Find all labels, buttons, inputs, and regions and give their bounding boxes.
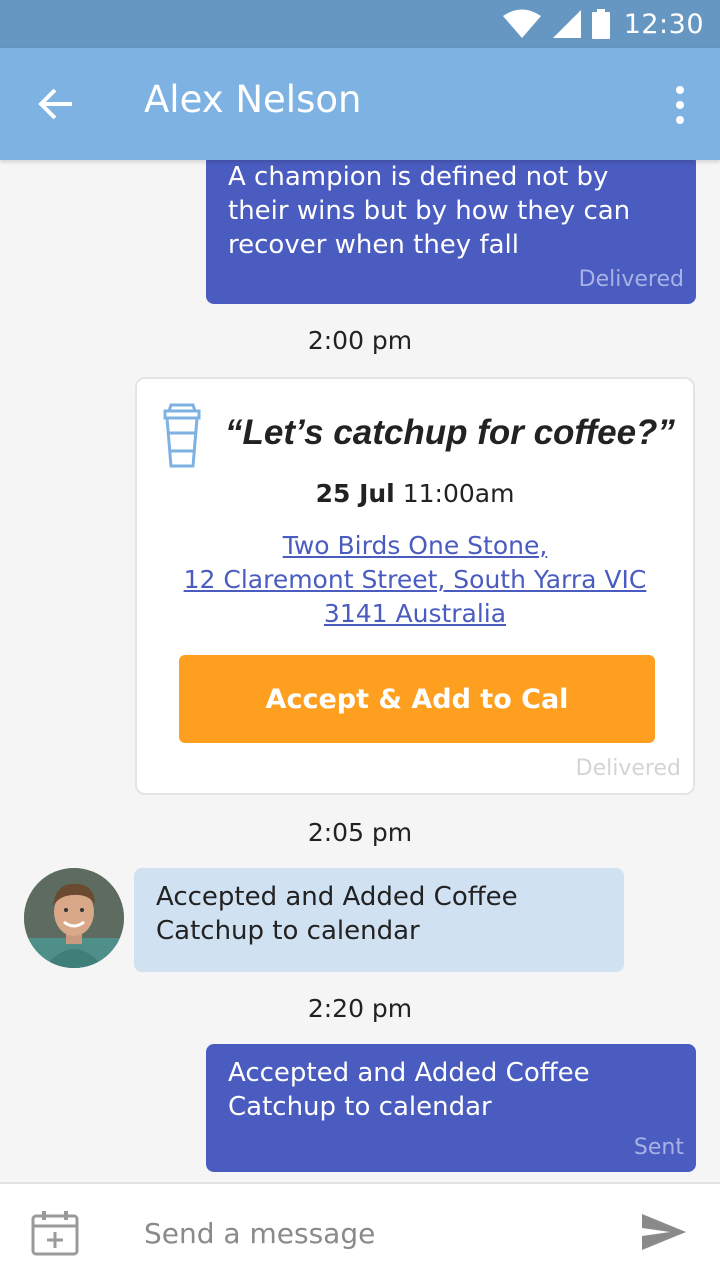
message-status: Delivered: [578, 267, 684, 292]
message-status: Sent: [633, 1135, 684, 1160]
address-line: Two Birds One Stone,: [282, 531, 548, 560]
coffee-cup-icon: [163, 403, 201, 468]
conversation-title: Alex Nelson: [144, 78, 362, 121]
message-list[interactable]: A champion is defined not by their wins …: [0, 160, 720, 1182]
invite-datetime: 25 Jul 11:00am: [137, 479, 693, 508]
app-bar: Alex Nelson: [0, 48, 720, 160]
outgoing-message: A champion is defined not by their wins …: [206, 160, 696, 304]
message-input[interactable]: [144, 1206, 604, 1260]
accept-add-to-cal-button[interactable]: Accept & Add to Cal: [179, 655, 655, 743]
timestamp: 2:20 pm: [307, 994, 413, 1023]
status-time: 12:30: [623, 8, 704, 40]
incoming-message: Accepted and Added Coffee Catchup to cal…: [134, 868, 624, 972]
message-text: A champion is defined not by their wins …: [228, 162, 631, 260]
add-event-button[interactable]: [30, 1208, 80, 1258]
address-line: 12 Claremont Street, South Yarra VIC: [183, 565, 647, 594]
wifi-icon: [502, 9, 541, 38]
send-icon: [642, 1214, 686, 1250]
message-text: Accepted and Added Coffee Catchup to cal…: [156, 882, 518, 946]
message-composer: [0, 1182, 720, 1280]
timestamp: 2:00 pm: [307, 326, 413, 355]
send-button[interactable]: [640, 1212, 688, 1252]
timestamp: 2:05 pm: [307, 818, 413, 847]
more-vert-icon-dot: [676, 101, 684, 109]
back-arrow-icon: [38, 88, 72, 120]
invite-date: 25 Jul: [315, 479, 395, 508]
status-bar: 12:30: [0, 0, 720, 48]
contact-photo: [24, 868, 124, 968]
message-status: Delivered: [575, 756, 681, 781]
avatar[interactable]: [24, 868, 124, 968]
invite-title: “Let’s catchup for coffee?”: [225, 413, 675, 452]
invite-card: “Let’s catchup for coffee?” 25 Jul 11:00…: [135, 377, 695, 795]
more-vert-icon: [676, 86, 684, 94]
more-options-button[interactable]: [670, 86, 690, 124]
outgoing-message: Accepted and Added Coffee Catchup to cal…: [206, 1044, 696, 1172]
battery-icon: [591, 9, 610, 39]
message-text: Accepted and Added Coffee Catchup to cal…: [228, 1058, 590, 1122]
back-button[interactable]: [36, 86, 76, 122]
address-line: 3141 Australia: [323, 599, 507, 628]
signal-icon: [552, 10, 581, 38]
calendar-add-icon: [31, 1211, 79, 1256]
status-icons: [502, 9, 610, 39]
invite-address-link[interactable]: Two Birds One Stone, 12 Claremont Street…: [137, 529, 693, 631]
invite-time: 11:00am: [402, 479, 515, 508]
more-vert-icon-dot: [676, 116, 684, 124]
